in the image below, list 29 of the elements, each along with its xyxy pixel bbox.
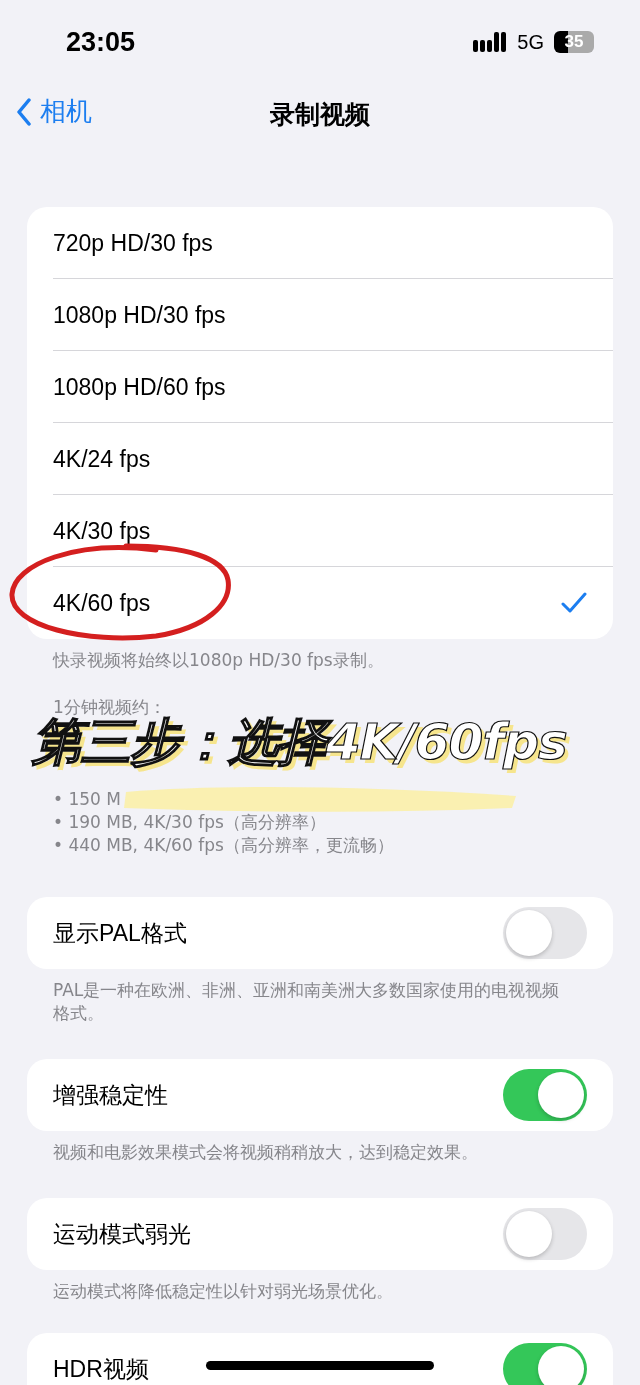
toggle-switch[interactable] (503, 1208, 587, 1260)
format-option[interactable]: 4K/24 fps (27, 423, 613, 495)
size-item: • 190 MB, 4K/30 fps（高分辨率） (53, 811, 326, 834)
back-button[interactable]: 相机 (12, 94, 96, 129)
footnote: 运动模式将降低稳定性以针对弱光场景优化。 (53, 1280, 394, 1303)
toggle-switch[interactable] (503, 907, 587, 959)
format-option[interactable]: 4K/60 fps (27, 567, 613, 639)
setting-label: 增强稳定性 (53, 1080, 168, 1110)
size-item: • 440 MB, 4K/60 fps（高分辨率，更流畅） (53, 834, 394, 857)
status-time: 23:05 (66, 26, 136, 58)
setting-label: 显示PAL格式 (53, 918, 187, 948)
chevron-left-icon (16, 97, 32, 126)
format-option[interactable]: 1080p HD/60 fps (27, 351, 613, 423)
size-item: • 150 M (53, 788, 121, 811)
toggle-switch[interactable] (503, 1069, 587, 1121)
format-option[interactable]: 1080p HD/30 fps (27, 279, 613, 351)
network-label: 5G (517, 30, 544, 54)
setting-label: 运动模式弱光 (53, 1219, 191, 1249)
footnote: PAL是一种在欧洲、非洲、亚洲和南美洲大多数国家使用的电视视频格式。 (53, 979, 561, 1025)
footnote: 视频和电影效果模式会将视频稍稍放大，达到稳定效果。 (53, 1141, 479, 1164)
footnote: 1分钟视频约： (53, 696, 166, 717)
page-title: 录制视频 (270, 98, 370, 131)
footnote: 快录视频将始终以1080p HD/30 fps录制。 (53, 649, 385, 672)
checkmark-icon (561, 592, 587, 614)
setting-label: HDR视频 (53, 1354, 149, 1384)
toggle-switch[interactable] (503, 1343, 587, 1385)
format-option[interactable]: 4K/30 fps (27, 495, 613, 567)
format-option[interactable]: 720p HD/30 fps (27, 207, 613, 279)
signal-icon (473, 32, 508, 52)
